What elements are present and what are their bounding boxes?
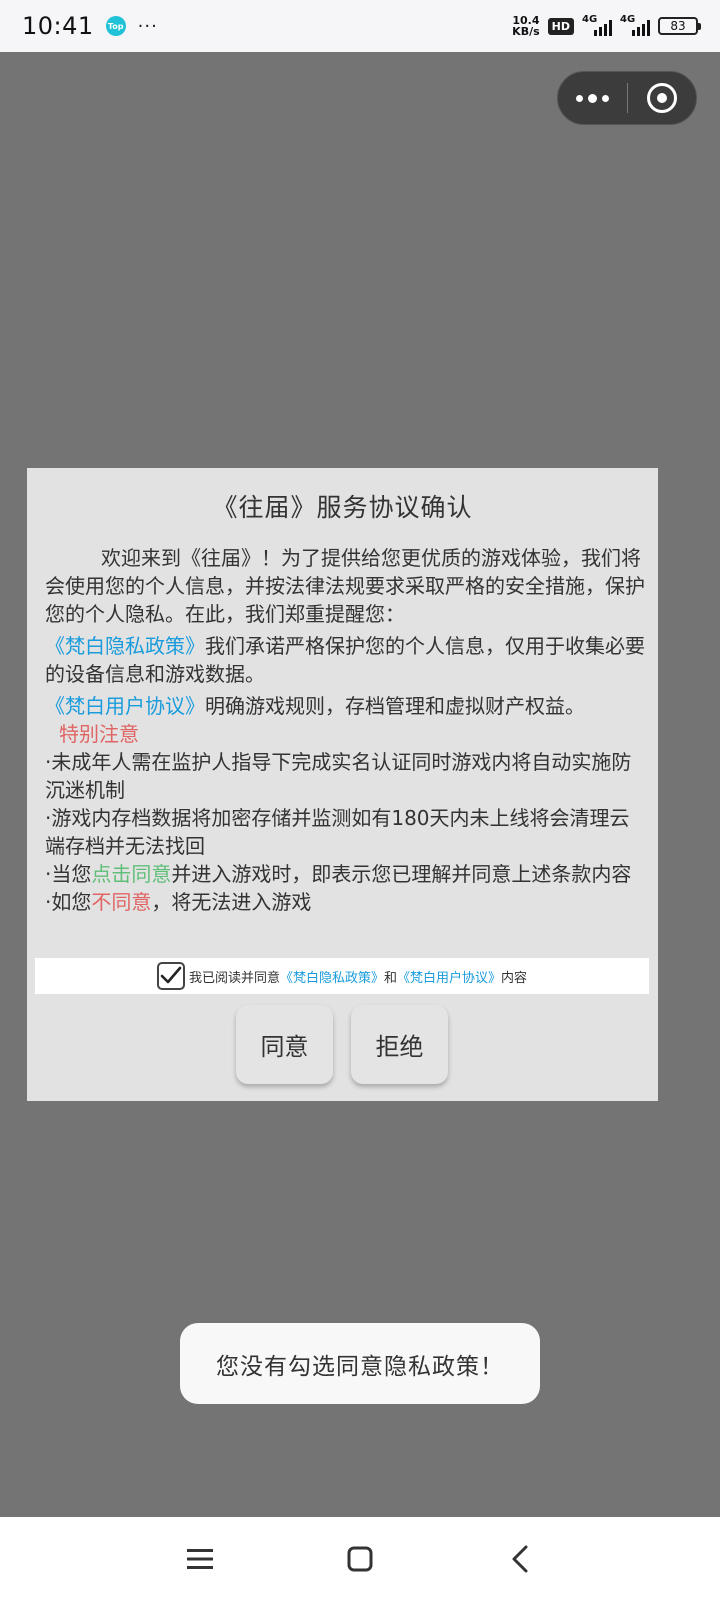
refuse-button[interactable]: 拒绝 bbox=[351, 1005, 448, 1084]
rule-agree-suffix: 并进入游戏时，即表示您已理解并同意上述条款内容 bbox=[171, 862, 632, 886]
consent-checkbox[interactable] bbox=[156, 962, 185, 990]
home-button[interactable] bbox=[330, 1529, 390, 1589]
battery-level: 83 bbox=[670, 19, 686, 33]
signal-icon-sim2: 4G bbox=[620, 14, 650, 36]
miniprogram-capsule bbox=[557, 71, 697, 125]
sim2-label: 4G bbox=[620, 14, 636, 25]
sim1-label: 4G bbox=[582, 14, 598, 25]
target-close-icon bbox=[646, 83, 677, 113]
rule-disagree-highlight: 不同意 bbox=[91, 890, 152, 914]
hd-icon: HD bbox=[547, 17, 574, 35]
rule-agree-prefix: ·当您 bbox=[45, 862, 92, 886]
rule-disagree: ·如您不同意，将无法进入游戏 bbox=[45, 888, 649, 916]
consent-suffix: 内容 bbox=[501, 970, 528, 986]
app-notification-icon: Top bbox=[105, 16, 126, 36]
privacy-policy-link[interactable]: 《梵白隐私政策》 bbox=[45, 634, 205, 658]
intro-text: 欢迎来到《往届》！为了提供给您更优质的游戏体验，我们将会使用您的个人信息，并按法… bbox=[45, 546, 645, 626]
check-icon bbox=[160, 966, 182, 984]
back-button[interactable] bbox=[490, 1529, 550, 1589]
toast-message: 您没有勾选同意隐私政策！ bbox=[180, 1323, 540, 1404]
rule-disagree-suffix: ，将无法进入游戏 bbox=[151, 890, 312, 914]
consent-and: 和 bbox=[383, 970, 397, 986]
user-agreement-description: 明确游戏规则，存档管理和虚拟财产权益。 bbox=[205, 694, 585, 718]
dialog-title: 《往届》服务协议确认 bbox=[212, 493, 473, 522]
status-bar: 10:41 Top ··· 10.4 KB/s HD 4G 4G 83 bbox=[0, 0, 720, 52]
consent-user-link[interactable]: 《梵白用户协议》 bbox=[397, 967, 501, 986]
consent-prefix: 我已阅读并同意 bbox=[188, 970, 280, 986]
more-notifications-icon: ··· bbox=[137, 15, 158, 37]
status-time: 10:41 bbox=[22, 12, 94, 40]
close-miniprogram-button[interactable] bbox=[628, 72, 697, 124]
recent-apps-button[interactable] bbox=[170, 1529, 230, 1589]
system-nav-bar bbox=[0, 1517, 720, 1601]
more-dots-icon bbox=[601, 94, 609, 102]
battery-icon: 83 bbox=[658, 17, 701, 35]
privacy-paragraph: 《梵白隐私政策》我们承诺严格保护您的个人信息，仅用于收集必要的设备信息和游戏数据… bbox=[45, 632, 649, 688]
back-chevron-icon bbox=[512, 1545, 528, 1573]
more-dots-icon bbox=[587, 93, 597, 103]
user-agreement-paragraph: 《梵白用户协议》明确游戏规则，存档管理和虚拟财产权益。 bbox=[45, 692, 649, 720]
status-indicators: 10.4 KB/s HD 4G 4G 83 bbox=[512, 14, 701, 37]
rule-save-data: ·游戏内存档数据将加密存储并监测如有180天内未上线将会清理云端存档并无法找回 bbox=[45, 806, 630, 858]
agree-button[interactable]: 同意 bbox=[236, 1005, 333, 1084]
rule-minors: ·未成年人需在监护人指导下完成实名认证同时游戏内将自动实施防沉迷机制 bbox=[45, 750, 632, 802]
consent-row: 我已阅读并同意 《梵白隐私政策》 和 《梵白用户协议》 内容 bbox=[35, 958, 649, 994]
rule-agree: ·当您点击同意并进入游戏时，即表示您已理解并同意上述条款内容 bbox=[45, 860, 649, 888]
more-menu-button[interactable] bbox=[558, 72, 627, 124]
network-speed-unit: KB/s bbox=[512, 25, 540, 38]
menu-icon bbox=[187, 1549, 213, 1569]
home-square-icon bbox=[347, 1546, 373, 1572]
more-dots-icon bbox=[575, 94, 583, 102]
network-speed: 10.4 KB/s bbox=[512, 15, 539, 37]
dialog-body: 欢迎来到《往届》！为了提供给您更优质的游戏体验，我们将会使用您的个人信息，并按法… bbox=[45, 544, 649, 916]
notice-title: 特别注意 bbox=[59, 722, 139, 746]
rule-agree-highlight: 点击同意 bbox=[91, 862, 172, 886]
rule-disagree-prefix: ·如您 bbox=[45, 890, 92, 914]
agreement-dialog: 《往届》服务协议确认 欢迎来到《往届》！为了提供给您更优质的游戏体验，我们将会使… bbox=[27, 468, 658, 1101]
user-agreement-link[interactable]: 《梵白用户协议》 bbox=[45, 694, 205, 718]
signal-icon-sim1: 4G bbox=[582, 14, 612, 36]
consent-privacy-link[interactable]: 《梵白隐私政策》 bbox=[280, 967, 384, 986]
